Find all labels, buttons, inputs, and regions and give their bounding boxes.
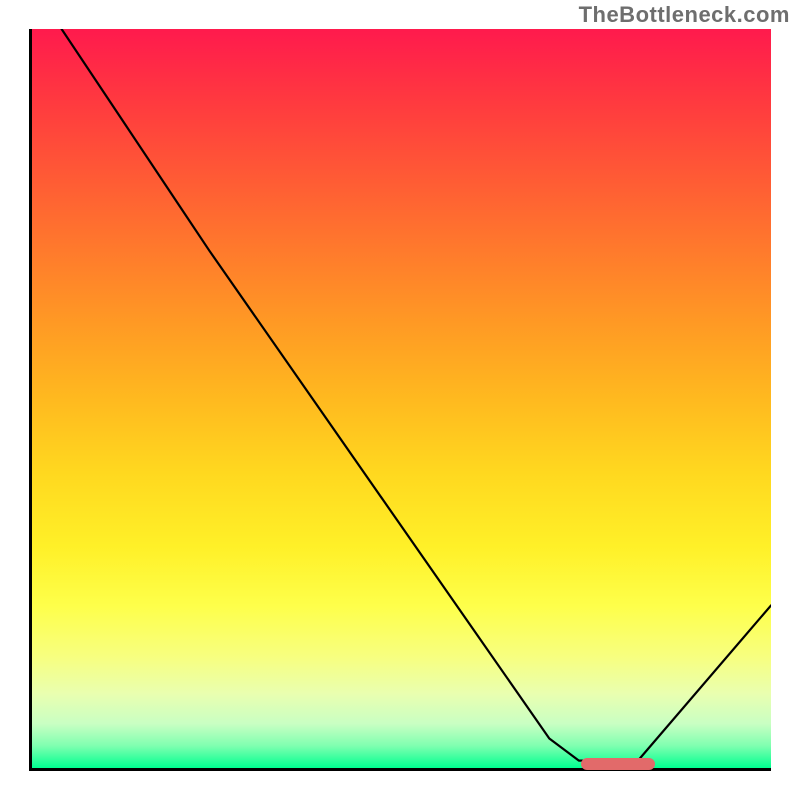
optimal-range-marker <box>581 758 655 770</box>
watermark-label: TheBottleneck.com <box>579 2 790 28</box>
bottleneck-curve <box>62 29 771 761</box>
chart-plot-area <box>29 29 771 771</box>
curve-svg <box>32 29 771 768</box>
